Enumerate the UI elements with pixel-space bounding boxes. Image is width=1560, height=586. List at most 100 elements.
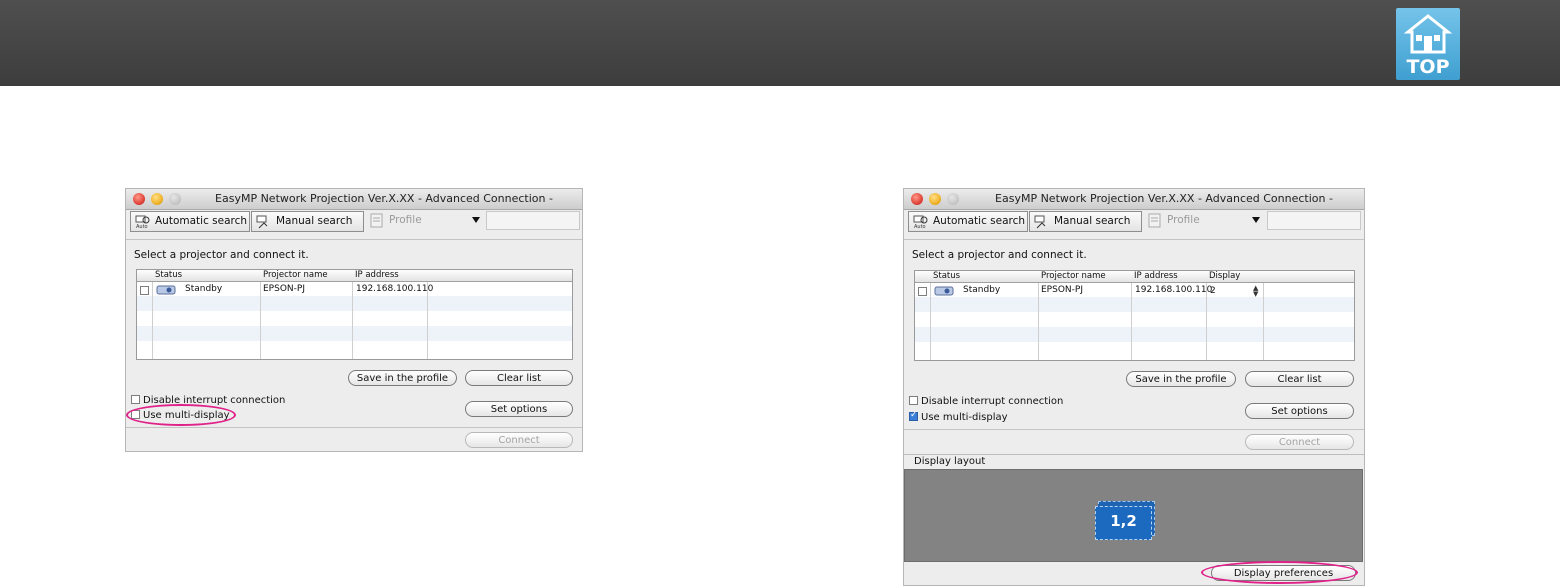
manual-search-button[interactable]: Manual search — [1029, 211, 1142, 232]
column-divider — [1131, 271, 1132, 360]
monitor-1-2[interactable]: 1,2 — [1095, 506, 1152, 540]
row-projector-name: EPSON-PJ — [263, 284, 305, 294]
title-bar: EasyMP Network Projection Ver.X.XX - Adv… — [904, 189, 1364, 210]
manual-search-icon — [256, 215, 268, 229]
checkbox-label: Use multi-display — [921, 412, 1008, 423]
column-divider — [1263, 271, 1264, 360]
profile-dropdown[interactable]: Profile — [365, 211, 481, 232]
row-status: Standby — [185, 284, 223, 294]
row-display-select[interactable]: 2 — [1210, 286, 1216, 296]
footer-divider — [126, 427, 582, 428]
manual-search-label: Manual search — [276, 215, 353, 227]
title-bar: EasyMP Network Projection Ver.X.XX - Adv… — [126, 189, 582, 210]
highlight-ellipse — [1201, 561, 1358, 584]
checkbox[interactable] — [909, 410, 918, 421]
toolbar-divider — [904, 239, 1364, 240]
auto-search-icon: Auto — [913, 215, 928, 229]
close-window-button[interactable] — [133, 193, 145, 205]
profile-label: Profile — [389, 214, 422, 226]
column-divider — [260, 270, 261, 359]
row-stripe — [137, 296, 572, 311]
instruction-text: Select a projector and connect it. — [912, 249, 1087, 261]
row-stripe — [915, 297, 1354, 312]
row-checkbox[interactable] — [918, 287, 927, 296]
profile-icon — [370, 213, 383, 228]
automatic-search-label: Automatic search — [933, 215, 1026, 227]
stepper-icon[interactable]: ▲ ▼ — [1253, 285, 1258, 298]
manual-search-button[interactable]: Manual search — [251, 211, 364, 232]
zoom-window-button[interactable] — [169, 193, 181, 205]
checkbox-label: Disable interrupt connection — [921, 396, 1064, 407]
column-projector-name[interactable]: Projector name — [263, 270, 328, 280]
zoom-window-button[interactable] — [947, 193, 959, 205]
save-in-profile-button[interactable]: Save in the profile — [1126, 371, 1236, 387]
layout-divider — [904, 454, 1364, 455]
row-stripe — [915, 327, 1354, 342]
column-ip-address[interactable]: IP address — [355, 270, 399, 280]
use-multi-display-checkbox[interactable]: Use multi-display — [909, 410, 1008, 423]
column-ip-address[interactable]: IP address — [1134, 271, 1178, 281]
close-window-button[interactable] — [911, 193, 923, 205]
checkbox[interactable] — [131, 395, 140, 404]
profile-dropdown[interactable]: Profile — [1143, 211, 1259, 232]
svg-text:Auto: Auto — [914, 224, 926, 229]
footer-divider — [904, 429, 1364, 430]
minimize-window-button[interactable] — [929, 193, 941, 205]
auto-search-icon: Auto — [135, 215, 150, 229]
profile-icon — [1148, 213, 1161, 228]
connect-button[interactable]: Connect — [1245, 434, 1354, 450]
display-layout-label: Display layout — [914, 456, 986, 467]
clear-list-button[interactable]: Clear list — [465, 370, 573, 386]
projector-icon — [156, 285, 176, 295]
column-status[interactable]: Status — [155, 270, 182, 280]
advanced-connection-window-1: EasyMP Network Projection Ver.X.XX - Adv… — [125, 188, 583, 452]
top-link[interactable]: TOP — [1396, 8, 1460, 80]
toolbar-divider — [126, 239, 582, 240]
checkbox[interactable] — [909, 396, 918, 405]
chevron-down-icon[interactable] — [1252, 217, 1260, 223]
instruction-text: Select a projector and connect it. — [134, 249, 309, 261]
automatic-search-label: Automatic search — [155, 215, 248, 227]
save-in-profile-button[interactable]: Save in the profile — [348, 370, 457, 386]
projector-table[interactable]: Status Projector name IP address Display… — [914, 270, 1355, 361]
profile-label: Profile — [1167, 214, 1200, 226]
row-projector-name: EPSON-PJ — [1041, 285, 1083, 295]
projector-table[interactable]: Status Projector name IP address Standby… — [136, 269, 573, 360]
column-display[interactable]: Display — [1209, 271, 1240, 281]
home-icon — [1403, 14, 1453, 54]
row-checkbox[interactable] — [140, 286, 149, 295]
top-label: TOP — [1406, 56, 1450, 78]
row-ip-address: 192.168.100.110 — [356, 284, 434, 294]
clear-list-button[interactable]: Clear list — [1245, 371, 1354, 387]
column-divider — [1038, 271, 1039, 360]
row-ip-address: 192.168.100.110 — [1135, 285, 1213, 295]
set-options-button[interactable]: Set options — [465, 401, 573, 417]
manual-search-label: Manual search — [1054, 215, 1131, 227]
set-options-button[interactable]: Set options — [1245, 403, 1354, 419]
display-layout-area: 1,2 — [904, 469, 1363, 562]
automatic-search-button[interactable]: Auto Automatic search — [908, 211, 1028, 232]
disable-interrupt-checkbox[interactable]: Disable interrupt connection — [909, 396, 1063, 407]
chevron-down-icon[interactable] — [472, 217, 480, 223]
minimize-window-button[interactable] — [151, 193, 163, 205]
highlight-ellipse — [126, 404, 236, 426]
row-stripe — [137, 326, 572, 341]
column-status[interactable]: Status — [933, 271, 960, 281]
row-status: Standby — [963, 285, 1001, 295]
manual-search-icon — [1034, 215, 1046, 229]
column-divider — [930, 271, 931, 360]
column-divider — [352, 270, 353, 359]
column-divider — [152, 270, 153, 359]
search-field[interactable] — [486, 211, 580, 230]
connect-button[interactable]: Connect — [465, 432, 573, 448]
table-header: Status Projector name IP address — [137, 270, 572, 282]
projector-icon — [934, 286, 954, 296]
table-header: Status Projector name IP address Display — [915, 271, 1354, 283]
header-bar: TOP — [0, 0, 1560, 86]
search-field[interactable] — [1267, 211, 1361, 230]
window-title: EasyMP Network Projection Ver.X.XX - Adv… — [995, 192, 1333, 205]
svg-text:Auto: Auto — [136, 224, 148, 229]
window-title: EasyMP Network Projection Ver.X.XX - Adv… — [215, 192, 553, 205]
automatic-search-button[interactable]: Auto Automatic search — [130, 211, 250, 232]
column-projector-name[interactable]: Projector name — [1041, 271, 1106, 281]
